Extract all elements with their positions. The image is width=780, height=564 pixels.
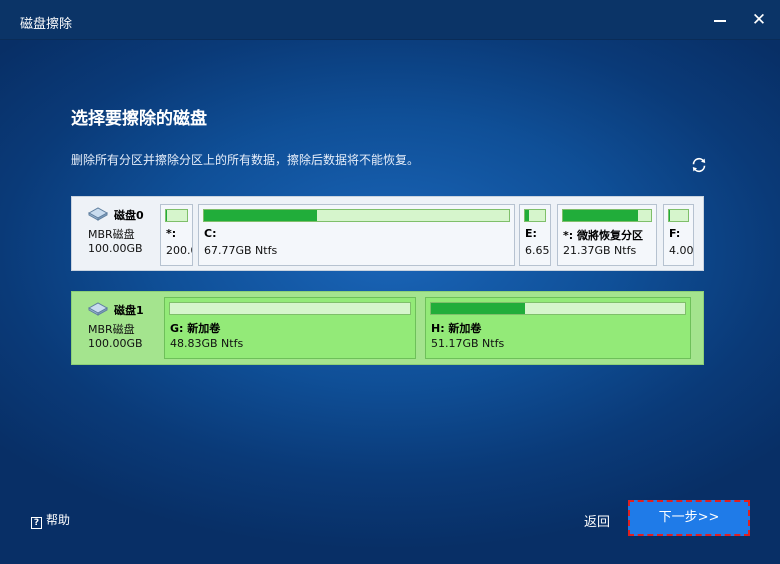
partition-label: *: — [166, 227, 177, 240]
usage-fill — [669, 210, 670, 221]
partition-label: H: 新加卷 — [431, 322, 482, 335]
partition-size: 6.65 — [525, 244, 550, 257]
partition-size: 4.00 — [669, 244, 694, 257]
disk-size: 100.00GB — [88, 337, 143, 350]
refresh-icon[interactable] — [689, 155, 709, 175]
back-button[interactable]: 返回 — [584, 511, 610, 530]
partition-block[interactable]: G: 新加卷 48.83GB Ntfs — [164, 297, 416, 359]
usage-bar — [668, 209, 689, 222]
partition-block[interactable]: F: 4.00 — [663, 204, 694, 266]
partition-block[interactable]: C: 67.77GB Ntfs — [198, 204, 515, 266]
page-title: 选择要擦除的磁盘 — [71, 109, 207, 129]
usage-fill — [525, 210, 529, 221]
usage-bar — [203, 209, 510, 222]
window-title: 磁盘擦除 — [20, 17, 73, 32]
disk-row-1[interactable]: 磁盘1 MBR磁盘 100.00GB G: 新加卷 48.83GB Ntfs H… — [71, 291, 704, 365]
usage-bar — [165, 209, 188, 222]
usage-fill — [563, 210, 638, 221]
disk-row-0[interactable]: 磁盘0 MBR磁盘 100.00GB *: 200.0 C: 67.77GB N… — [71, 196, 704, 271]
disk-info: 磁盘0 MBR磁盘 100.00GB — [72, 197, 160, 270]
title-bar: 磁盘擦除 ✕ — [0, 0, 780, 40]
usage-fill — [431, 303, 525, 314]
usage-bar — [430, 302, 686, 315]
partition-size: 48.83GB Ntfs — [170, 337, 244, 350]
close-icon[interactable]: ✕ — [748, 9, 770, 31]
help-icon: ? — [31, 517, 42, 529]
next-button[interactable]: 下一步>> — [628, 500, 750, 536]
partition-label: F: — [669, 227, 681, 240]
partition-block[interactable]: H: 新加卷 51.17GB Ntfs — [425, 297, 691, 359]
usage-fill — [166, 210, 168, 221]
partition-label: E: — [525, 227, 537, 240]
partition-size: 21.37GB Ntfs — [563, 244, 637, 257]
partition-label: C: — [204, 227, 217, 240]
partition-block[interactable]: *: 200.0 — [160, 204, 193, 266]
disk-info: 磁盘1 MBR磁盘 100.00GB — [72, 292, 160, 364]
partition-block[interactable]: E: 6.65 — [519, 204, 551, 266]
usage-fill — [204, 210, 317, 221]
disk-icon — [88, 302, 108, 316]
usage-bar — [562, 209, 652, 222]
partition-size: 67.77GB Ntfs — [204, 244, 278, 257]
usage-bar — [524, 209, 546, 222]
minimize-icon[interactable] — [709, 9, 731, 31]
disk-icon — [88, 207, 108, 221]
disk-size: 100.00GB — [88, 242, 143, 255]
help-link[interactable]: ? 帮助 — [31, 511, 70, 529]
help-label: 帮助 — [46, 513, 71, 527]
disk-name: 磁盘1 — [114, 304, 144, 317]
page-description: 删除所有分区并擦除分区上的所有数据，擦除后数据将不能恢复。 — [71, 153, 420, 167]
partition-label: *: 微將恢复分区 — [563, 229, 643, 242]
partition-size: 200.0 — [166, 244, 192, 257]
disk-type: MBR磁盘 — [88, 228, 135, 241]
partition-size: 51.17GB Ntfs — [431, 337, 505, 350]
partition-label: G: 新加卷 — [170, 322, 221, 335]
disk-name: 磁盘0 — [114, 209, 144, 222]
partition-block[interactable]: *: 微將恢复分区 21.37GB Ntfs — [557, 204, 657, 266]
disk-type: MBR磁盘 — [88, 323, 135, 336]
usage-bar — [169, 302, 411, 315]
